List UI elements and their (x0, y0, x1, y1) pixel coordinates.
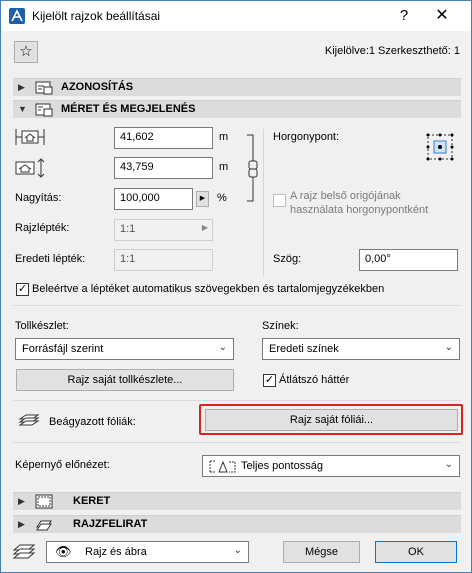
expand-arrow-icon: ▶ (18, 496, 25, 506)
original-scale-field: 1:1 (114, 249, 213, 271)
own-pen-set-button[interactable]: Rajz saját tollkészlete... (16, 369, 234, 391)
chevron-down-icon: ⌄ (444, 459, 453, 470)
height-unit: m (219, 161, 229, 173)
favorites-button[interactable]: ☆ (14, 41, 38, 63)
colors-dropdown[interactable]: Eredeti színek ⌄ (262, 338, 460, 360)
pen-set-dropdown[interactable]: Forrásfájl szerint ⌄ (15, 338, 234, 360)
selection-info: Kijelölve:1 Szerkeszthető: 1 (324, 45, 460, 57)
window-title: Kijelölt rajzok beállításai (32, 9, 161, 23)
magnification-stepper[interactable]: ▶ (196, 191, 209, 207)
divider (13, 400, 461, 401)
magnification-unit: % (217, 192, 227, 204)
colors-label: Színek: (262, 320, 299, 332)
collapse-arrow-icon: ▼ (18, 104, 27, 114)
scale-value: 1:1 (120, 223, 136, 235)
anchor-point-selector[interactable] (424, 131, 456, 163)
colors-value: Eredeti színek (269, 343, 339, 355)
width-unit: m (219, 131, 229, 143)
origin-anchor-label: A rajz belső origójának használata horgo… (290, 190, 429, 216)
caption-icon (36, 520, 52, 531)
eye-icon: 👁 (55, 544, 72, 559)
drawing-height-icon (15, 158, 45, 178)
drawing-tool-icon (12, 544, 36, 559)
section-title: MÉRET ÉS MEGJELENÉS (61, 103, 196, 115)
pen-set-label: Tollkészlet: (15, 320, 69, 332)
chevron-right-icon: ▶ (201, 223, 208, 232)
angle-input[interactable]: 0,00° (359, 249, 458, 271)
checkmark-icon: ✓ (264, 374, 275, 386)
chevron-down-icon: ⌄ (444, 342, 453, 353)
section-title: RAJZFELIRAT (73, 518, 148, 530)
chevron-down-icon: ⌄ (218, 342, 227, 353)
include-scale-checkbox[interactable]: ✓ (16, 283, 29, 296)
magnification-input[interactable]: 100,000 (114, 188, 193, 210)
view-layer-dropdown[interactable]: 👁 Rajz és ábra ⌄ (46, 541, 249, 563)
checkmark-icon: ✓ (17, 283, 28, 295)
angle-label: Szög: (273, 253, 302, 265)
screen-preview-label: Képernyő előnézet: (15, 459, 110, 471)
ok-button[interactable]: OK (375, 541, 457, 563)
divider (13, 305, 461, 306)
view-layer-value: Rajz és ábra (85, 546, 147, 558)
section-caption[interactable]: ▶ RAJZFELIRAT (13, 515, 461, 533)
layers-icon (18, 414, 40, 426)
scale-select: 1:1 ▶ (114, 219, 213, 241)
archicad-logo-icon (9, 8, 25, 24)
play-arrow-icon: ▶ (199, 195, 206, 202)
frame-icon (35, 494, 53, 509)
section-frame[interactable]: ▶ KERET (13, 492, 461, 510)
chevron-down-icon: ⌄ (233, 545, 242, 556)
star-icon: ☆ (19, 43, 33, 60)
screen-preview-value: Teljes pontosság (241, 460, 323, 472)
size-icon (35, 103, 53, 117)
pen-set-value: Forrásfájl szerint (22, 343, 104, 355)
section-size-appearance[interactable]: ▼ MÉRET ÉS MEGJELENÉS (13, 100, 461, 118)
width-input[interactable]: 41,602 (114, 127, 213, 149)
vertical-divider (263, 129, 264, 277)
section-title: AZONOSÍTÁS (61, 81, 134, 93)
tag-icon (35, 81, 53, 95)
section-identification[interactable]: ▶ AZONOSÍTÁS (13, 78, 461, 96)
full-precision-icon (209, 460, 236, 473)
anchor-label: Horgonypont: (273, 131, 340, 143)
dialog-window: Kijelölt rajzok beállításai ? ✕ ☆ Kijelö… (0, 0, 472, 573)
close-button[interactable]: ✕ (427, 5, 457, 27)
expand-arrow-icon: ▶ (18, 519, 25, 529)
embedded-layers-label: Beágyazott fóliák: (49, 416, 136, 428)
original-scale-label: Eredeti lépték: (15, 253, 86, 265)
chain-link-icon[interactable] (245, 133, 261, 203)
height-input[interactable]: 43,759 (114, 157, 213, 179)
screen-preview-dropdown[interactable]: Teljes pontosság ⌄ (202, 455, 460, 477)
scale-label: Rajzlépték: (15, 222, 70, 234)
expand-arrow-icon: ▶ (18, 82, 25, 92)
include-scale-label: Beleértve a léptéket automatikus szövege… (32, 283, 385, 295)
title-bar: Kijelölt rajzok beállításai ? ✕ (1, 1, 471, 31)
divider (13, 442, 461, 443)
own-layers-button[interactable]: Rajz saját fóliái... (205, 409, 458, 431)
section-title: KERET (73, 495, 111, 507)
help-button[interactable]: ? (389, 5, 419, 27)
transparent-background-checkbox[interactable]: ✓ (263, 374, 276, 387)
cancel-button[interactable]: Mégse (283, 541, 360, 563)
origin-anchor-checkbox[interactable] (273, 194, 286, 207)
transparent-background-label: Átlátszó háttér (279, 374, 350, 386)
drawing-width-icon (15, 129, 45, 145)
magnification-label: Nagyítás: (15, 192, 62, 204)
